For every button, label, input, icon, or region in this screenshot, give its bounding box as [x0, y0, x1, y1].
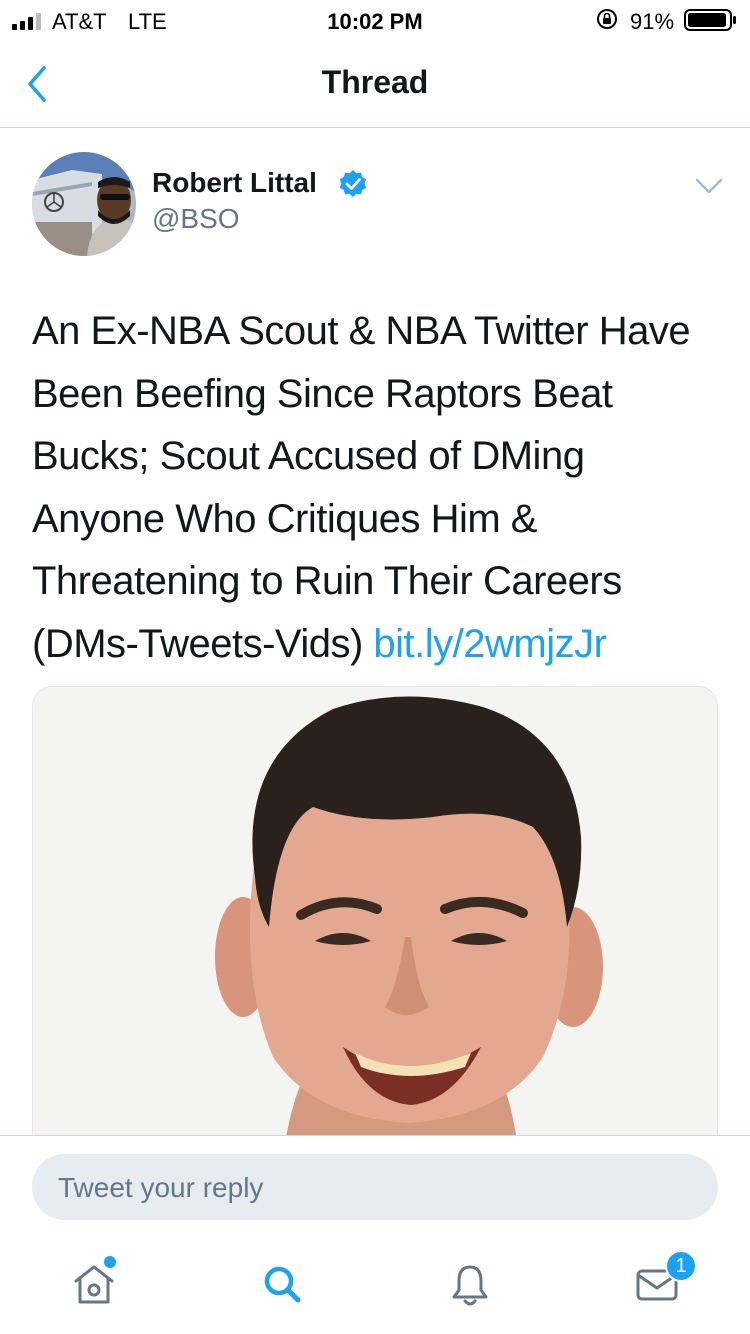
search-tab-icon[interactable]: [252, 1254, 312, 1314]
tweet-text-line: An Ex-NBA Scout & NBA Twitter Have: [32, 309, 691, 353]
tweet-text-line: Threatening to Ruin Their Careers: [32, 559, 622, 603]
avatar[interactable]: [32, 152, 136, 256]
status-bar: AT&T LTE 10:02 PM 91%: [0, 0, 750, 40]
battery-icon: [684, 9, 736, 31]
page-title: Thread: [321, 64, 429, 100]
tweet-link[interactable]: bit.ly/2wmjzJr: [373, 622, 607, 666]
tweet-text-line: Been Beefing Since Raptors Beat: [32, 371, 613, 416]
more-options-chevron-icon[interactable]: [692, 174, 726, 198]
rotation-lock-icon: [597, 9, 617, 29]
notifications-bell-icon[interactable]: [440, 1254, 500, 1314]
tweet-text-line: Bucks; Scout Accused of DMing: [32, 434, 585, 478]
thread-screen: AT&T LTE 10:02 PM 91% Thread Robert Litt…: [0, 0, 750, 1334]
home-new-indicator: [104, 1256, 116, 1268]
verified-badge-icon: [339, 170, 367, 197]
messages-unread-badge: 1: [665, 1250, 697, 1282]
reply-bar: Tweet your reply 1: [0, 1135, 750, 1334]
tweet-media-image[interactable]: [32, 686, 718, 1156]
tweet-text-line: (DMs-Tweets-Vids): [32, 621, 374, 666]
battery-percent: 91%: [630, 9, 675, 34]
nav-bar: Thread: [0, 40, 750, 128]
tweet-text-line: Anyone Who Critiques Him &: [32, 496, 537, 541]
author-name[interactable]: Robert Littal: [152, 167, 317, 199]
reply-input[interactable]: Tweet your reply: [32, 1154, 718, 1220]
tweet-text: An Ex-NBA Scout & NBA Twitter Have Been …: [32, 300, 732, 675]
author-handle[interactable]: @BSO: [152, 203, 240, 235]
tweet-text-last-line: (DMs-Tweets-Vids) bit.ly/2wmjzJr: [32, 613, 732, 676]
photo-of-smiling-man: [33, 687, 717, 1155]
avatar-image: [32, 152, 136, 256]
